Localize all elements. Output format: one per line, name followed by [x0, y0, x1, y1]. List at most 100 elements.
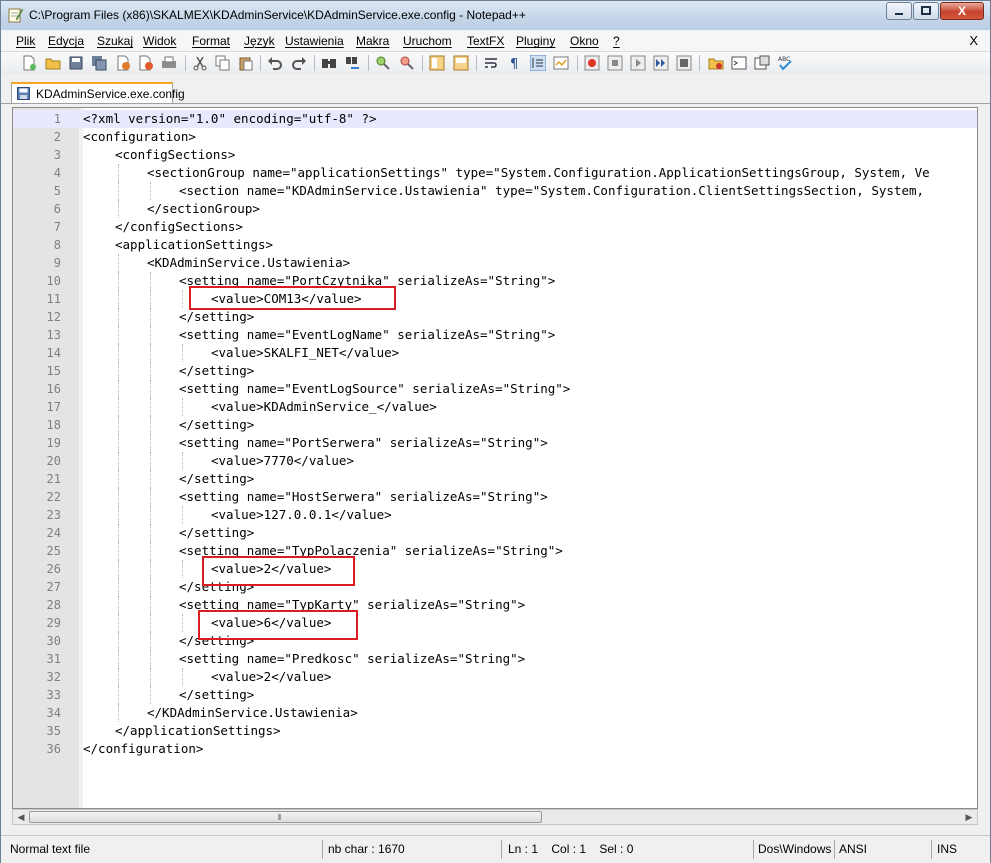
scroll-left-icon[interactable]: ◀ — [14, 811, 28, 823]
code-line[interactable]: 14 <value>SKALFI_NET</value> — [13, 344, 977, 362]
replace-icon[interactable] — [345, 55, 361, 71]
notepadpp-window: C:\Program Files (x86)\SKALMEX\KDAdminSe… — [0, 0, 991, 863]
indent-guide — [118, 704, 119, 722]
plugin-icon[interactable] — [754, 55, 770, 71]
save-macro-icon[interactable] — [676, 55, 692, 71]
editor-pane[interactable]: 1 <?xml version="1.0" encoding="utf-8" ?>… — [12, 107, 978, 809]
sync-horizontal-icon[interactable] — [453, 55, 469, 71]
code-line[interactable]: 17 <value>KDAdminService_</value> — [13, 398, 977, 416]
code-line[interactable]: 30 </setting> — [13, 632, 977, 650]
code-line[interactable]: 34 </KDAdminService.Ustawienia> — [13, 704, 977, 722]
code-line[interactable]: 35 </applicationSettings> — [13, 722, 977, 740]
find-icon[interactable] — [321, 55, 337, 71]
code-line[interactable]: 23 <value>127.0.0.1</value> — [13, 506, 977, 524]
code-line[interactable]: 29 <value>6</value> — [13, 614, 977, 632]
code-line[interactable]: 32 <value>2</value> — [13, 668, 977, 686]
redo-icon[interactable] — [291, 55, 307, 71]
code-line[interactable]: 19 <setting name="PortSerwera" serializeA… — [13, 434, 977, 452]
code-line[interactable]: 6 </sectionGroup> — [13, 200, 977, 218]
menu-makra[interactable]: Makra — [356, 34, 389, 48]
scroll-right-icon[interactable]: ▶ — [962, 811, 976, 823]
zoom-out-icon[interactable] — [399, 55, 415, 71]
record-macro-icon[interactable] — [584, 55, 600, 71]
save-all-icon[interactable] — [91, 55, 107, 71]
code-text: <value>2</value> — [211, 669, 332, 684]
menu-szukaj[interactable]: Szukaj — [97, 34, 133, 48]
menu-okno[interactable]: Okno — [570, 34, 599, 48]
word-wrap-icon[interactable] — [483, 55, 499, 71]
line-number: 2 — [53, 130, 61, 144]
menu-edycja[interactable]: Edycja — [48, 34, 84, 48]
code-line[interactable]: 31 <setting name="Predkosc" serializeAs="… — [13, 650, 977, 668]
code-line[interactable]: 7 </configSections> — [13, 218, 977, 236]
console-icon[interactable] — [731, 55, 747, 71]
stop-macro-icon[interactable] — [607, 55, 623, 71]
print-icon[interactable] — [161, 55, 177, 71]
title-bar[interactable]: C:\Program Files (x86)\SKALMEX\KDAdminSe… — [1, 1, 990, 30]
menu-format[interactable]: Format — [192, 34, 230, 48]
code-text: <sectionGroup name="applicationSettings"… — [147, 165, 930, 180]
run-macro-multiple-icon[interactable] — [653, 55, 669, 71]
code-line[interactable]: 24 </setting> — [13, 524, 977, 542]
menu-textfx[interactable]: TextFX — [467, 34, 504, 48]
cut-icon[interactable] — [192, 55, 208, 71]
menu-widok[interactable]: Widok — [143, 34, 176, 48]
code-line[interactable]: 25 <setting name="TypPolaczenia" serializ… — [13, 542, 977, 560]
close-icon[interactable] — [115, 55, 131, 71]
play-macro-icon[interactable] — [630, 55, 646, 71]
menu-jezyk[interactable]: Język — [244, 34, 275, 48]
zoom-in-icon[interactable] — [375, 55, 391, 71]
code-line[interactable]: 5 <section name="KDAdminService.Ustawieni… — [13, 182, 977, 200]
menu-plik[interactable]: Plik — [16, 34, 35, 48]
indent-guide-icon[interactable] — [530, 55, 546, 71]
code-line[interactable]: 22 <setting name="HostSerwera" serializeA… — [13, 488, 977, 506]
tab-kdadminservice-config[interactable]: KDAdminService.exe.config — [11, 82, 185, 103]
folder-icon[interactable] — [708, 55, 724, 71]
paste-icon[interactable] — [238, 55, 254, 71]
minimize-button[interactable] — [886, 2, 912, 20]
code-line[interactable]: 33 </setting> — [13, 686, 977, 704]
new-file-icon[interactable] — [21, 55, 37, 71]
copy-icon[interactable] — [215, 55, 231, 71]
code-line[interactable]: 2 <configuration> — [13, 128, 977, 146]
code-line[interactable]: 1 <?xml version="1.0" encoding="utf-8" ?> — [13, 110, 977, 128]
indent-guide — [150, 470, 151, 488]
code-line[interactable]: 11 <value>COM13</value> — [13, 290, 977, 308]
menu-uruchom[interactable]: Uruchom — [403, 34, 452, 48]
show-all-chars-icon[interactable]: ¶ — [507, 55, 523, 71]
menu-help[interactable]: ? — [613, 34, 620, 48]
doc-map-icon[interactable] — [553, 55, 569, 71]
code-line[interactable]: 16 <setting name="EventLogSource" seriali… — [13, 380, 977, 398]
close-document-button[interactable]: X — [969, 33, 978, 48]
code-line[interactable]: 10 <setting name="PortCzytnika" serialize… — [13, 272, 977, 290]
status-divider — [931, 840, 932, 859]
code-line[interactable]: 13 <setting name="EventLogName" serialize… — [13, 326, 977, 344]
menu-pluginy[interactable]: Pluginy — [516, 34, 555, 48]
code-line[interactable]: 28 <setting name="TypKarty" serializeAs="… — [13, 596, 977, 614]
code-line[interactable]: 9 <KDAdminService.Ustawienia> — [13, 254, 977, 272]
spellcheck-icon[interactable]: ABC — [777, 55, 793, 71]
indent-guide — [118, 470, 119, 488]
code-line[interactable]: 3 <configSections> — [13, 146, 977, 164]
code-line[interactable]: 21 </setting> — [13, 470, 977, 488]
code-line[interactable]: 12 </setting> — [13, 308, 977, 326]
code-line[interactable]: 15 </setting> — [13, 362, 977, 380]
close-window-button[interactable]: X — [940, 2, 984, 20]
save-icon[interactable] — [68, 55, 84, 71]
horizontal-scrollbar[interactable]: ◀ ⦀ ▶ — [12, 809, 978, 825]
code-line[interactable]: 36 </configuration> — [13, 740, 977, 758]
close-all-icon[interactable] — [138, 55, 154, 71]
scrollbar-thumb[interactable]: ⦀ — [29, 811, 542, 823]
code-line[interactable]: 18 </setting> — [13, 416, 977, 434]
sync-vertical-icon[interactable] — [429, 55, 445, 71]
code-line[interactable]: 20 <value>7770</value> — [13, 452, 977, 470]
code-line[interactable]: 8 <applicationSettings> — [13, 236, 977, 254]
open-file-icon[interactable] — [45, 55, 61, 71]
saved-file-icon — [17, 87, 30, 100]
maximize-button[interactable] — [913, 2, 939, 20]
menu-ustawienia[interactable]: Ustawienia — [285, 34, 344, 48]
code-line[interactable]: 26 <value>2</value> — [13, 560, 977, 578]
undo-icon[interactable] — [267, 55, 283, 71]
code-line[interactable]: 27 </setting> — [13, 578, 977, 596]
code-line[interactable]: 4 <sectionGroup name="applicationSettings… — [13, 164, 977, 182]
